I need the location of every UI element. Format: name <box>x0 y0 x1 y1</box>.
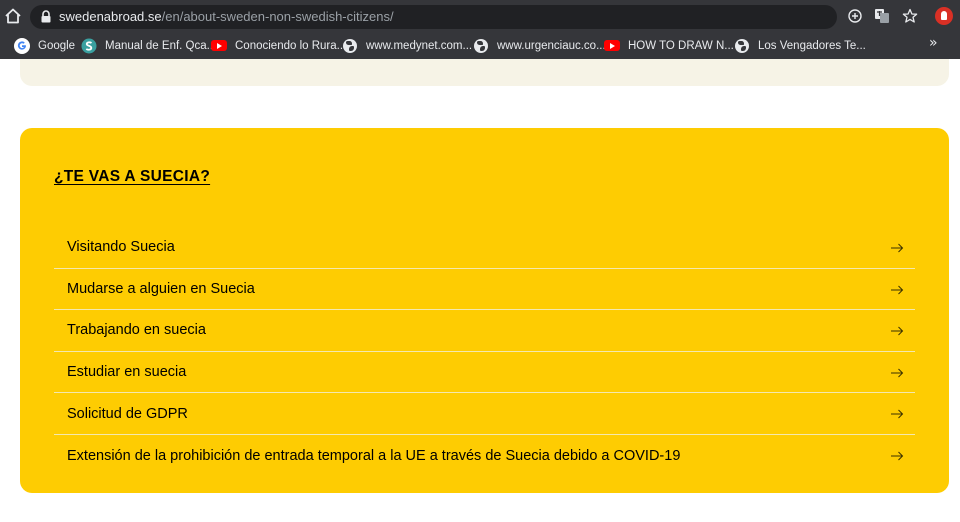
bookmark-label: Manual de Enf. Qca... <box>105 40 217 52</box>
link-label: Solicitud de GDPR <box>67 405 188 422</box>
bookmark-medynet[interactable]: www.medynet.com... <box>342 36 472 56</box>
site-icon <box>81 38 97 54</box>
bookmark-urgenciauc[interactable]: www.urgenciauc.co... <box>473 36 606 56</box>
bookmark-label: Google <box>38 40 76 52</box>
home-icon[interactable] <box>4 7 22 25</box>
link-item-visiting[interactable]: Visitando Suecia <box>54 227 915 269</box>
bookmark-label: HOW TO DRAW N... <box>628 40 734 52</box>
previous-section-card <box>20 59 949 86</box>
arrow-right-icon <box>891 243 904 253</box>
bookmark-how-to-draw[interactable]: HOW TO DRAW N... <box>604 36 734 56</box>
google-icon <box>14 38 30 54</box>
lock-icon[interactable] <box>40 10 52 23</box>
moving-to-sweden-card: ¿TE VAS A SUECIA? Visitando Suecia Mudar… <box>20 128 949 493</box>
link-list: Visitando Suecia Mudarse a alguien en Su… <box>54 227 915 477</box>
bookmark-conociendo[interactable]: Conociendo lo Rura... <box>211 36 346 56</box>
section-title-link[interactable]: ¿TE VAS A SUECIA? <box>54 168 210 186</box>
bookmark-vengadores[interactable]: Los Vengadores Te... <box>734 36 866 56</box>
arrow-right-icon <box>891 326 904 336</box>
youtube-icon <box>604 38 620 54</box>
link-item-covid-entry-ban[interactable]: Extensión de la prohibición de entrada t… <box>54 435 915 477</box>
bookmark-label: www.medynet.com... <box>366 40 473 52</box>
link-label: Trabajando en suecia <box>67 322 206 339</box>
globe-icon <box>473 38 489 54</box>
link-label: Mudarse a alguien en Suecia <box>67 280 255 297</box>
bookmark-label: Conociendo lo Rura... <box>235 40 347 52</box>
translate-icon[interactable] <box>874 8 890 24</box>
arrow-right-icon <box>891 285 904 294</box>
bookmark-label: Los Vengadores Te... <box>758 40 866 52</box>
address-bar-row: swedenabroad.se/en/about-sweden-non-swed… <box>0 0 960 32</box>
link-label: Visitando Suecia <box>67 239 175 256</box>
more-bookmarks-button[interactable]: » <box>929 35 938 51</box>
arrow-right-icon <box>891 368 904 378</box>
globe-icon <box>342 38 358 54</box>
bookmarks-bar: Google Manual de Enf. Qca... Conociendo … <box>0 32 960 59</box>
extension-icon[interactable] <box>935 7 953 25</box>
url-text[interactable]: swedenabroad.se/en/about-sweden-non-swed… <box>59 9 394 25</box>
link-item-working[interactable]: Trabajando en suecia <box>54 310 915 352</box>
link-item-moving[interactable]: Mudarse a alguien en Suecia <box>54 269 915 311</box>
bookmark-google[interactable]: Google <box>14 36 75 56</box>
link-item-gdpr[interactable]: Solicitud de GDPR <box>54 393 915 435</box>
arrow-right-icon <box>891 451 904 461</box>
add-icon[interactable] <box>847 8 863 24</box>
url-path: /en/about-sweden-non-swedish-citizens/ <box>161 9 394 24</box>
page-content: ¿TE VAS A SUECIA? Visitando Suecia Mudar… <box>0 59 960 522</box>
globe-icon <box>734 38 750 54</box>
link-item-studying[interactable]: Estudiar en suecia <box>54 352 915 394</box>
browser-chrome: swedenabroad.se/en/about-sweden-non-swed… <box>0 0 960 59</box>
arrow-right-icon <box>891 410 904 419</box>
bookmark-label: www.urgenciauc.co... <box>497 40 606 52</box>
link-label: Estudiar en suecia <box>67 364 187 381</box>
link-label: Extensión de la prohibición de entrada t… <box>67 447 681 464</box>
bookmark-manual[interactable]: Manual de Enf. Qca... <box>81 36 216 56</box>
youtube-icon <box>211 38 227 54</box>
star-icon[interactable] <box>902 8 918 24</box>
url-host: swedenabroad.se <box>59 9 162 24</box>
